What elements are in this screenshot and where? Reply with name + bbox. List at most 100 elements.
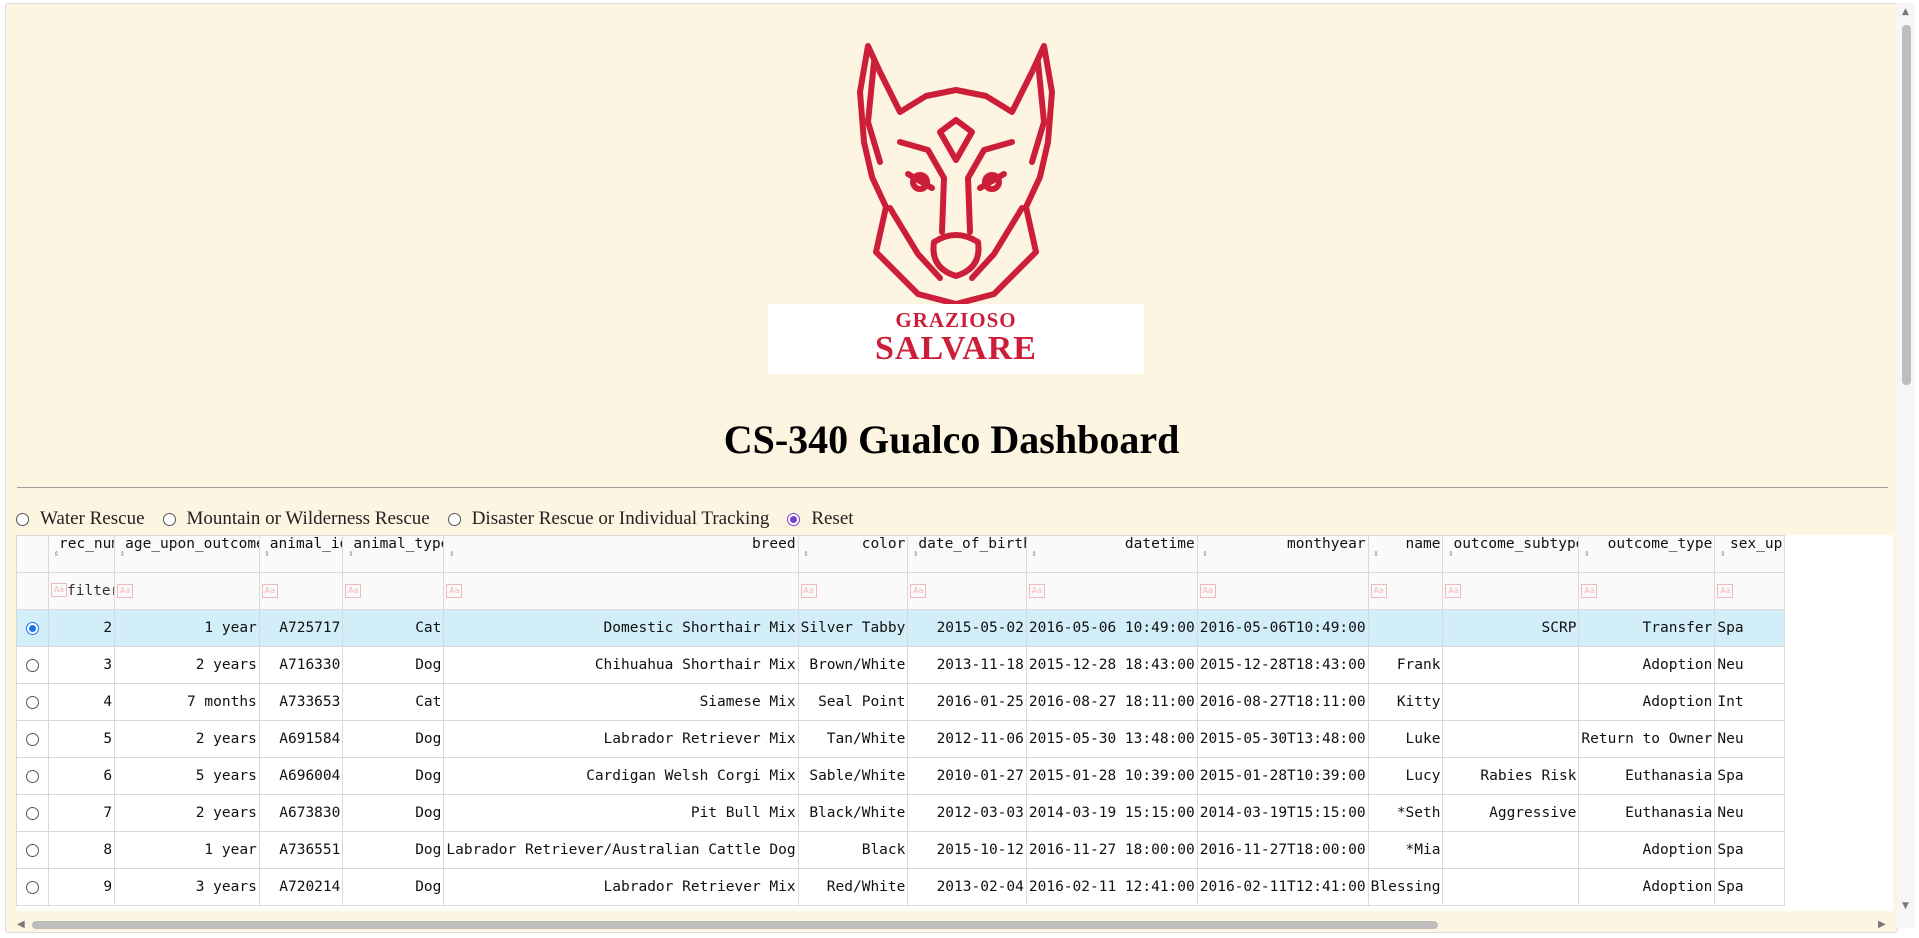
filter-cell-color[interactable]: Aa [797, 572, 909, 610]
row-select-cell[interactable] [16, 720, 49, 758]
filter-cell-sex-up[interactable]: Aa [1714, 572, 1786, 610]
column-header-sex-up[interactable]: ⇕ sex_up [1714, 535, 1786, 573]
row-select-cell[interactable] [16, 868, 49, 906]
table-cell-animal-id[interactable]: A725717 [258, 609, 344, 647]
column-header-rec-num[interactable]: ⇕ rec_num [47, 535, 116, 573]
vertical-scrollbar[interactable]: ▲ ▼ [1897, 3, 1915, 928]
scroll-up-icon[interactable]: ▲ [1902, 7, 1909, 17]
table-cell-date-of-birth[interactable]: 2010-01-27 [907, 757, 1027, 795]
row-radio-button[interactable] [26, 695, 39, 709]
column-header-outcome-type[interactable]: ⇕ outcome_type [1578, 535, 1716, 573]
case-toggle-icon[interactable]: Aa [1199, 584, 1216, 598]
table-cell-sex-up[interactable]: Spa [1714, 868, 1786, 906]
table-row[interactable]: 93 years A720214 Dog Labrador Retriever Mix… [16, 868, 1786, 906]
sort-icon[interactable]: ⇕ [446, 537, 454, 572]
table-cell-sex-up[interactable]: Spa [1714, 757, 1786, 795]
row-radio-button[interactable] [26, 769, 39, 783]
table-cell-datetime[interactable]: 2016-08-27 18:11:00 [1025, 683, 1198, 721]
table-cell-datetime[interactable]: 2015-12-28 18:43:00 [1025, 646, 1198, 684]
table-cell-breed[interactable]: Cardigan Welsh Corgi Mix [443, 757, 799, 795]
table-cell-name[interactable]: Kitty [1367, 683, 1444, 721]
table-cell-outcome-type[interactable]: Adoption [1578, 831, 1716, 869]
table-cell-breed[interactable]: Domestic Shorthair Mix [443, 609, 799, 647]
table-cell-date-of-birth[interactable]: 2013-11-18 [907, 646, 1027, 684]
table-cell-age-upon-outcome[interactable]: 2 years [114, 794, 260, 832]
row-radio-button[interactable] [26, 621, 39, 635]
row-radio-button[interactable] [26, 732, 39, 746]
table-row[interactable]: 32 years A716330 Dog Chihuahua Shorthair Mi… [16, 646, 1786, 684]
case-toggle-icon[interactable]: Aa [261, 584, 278, 598]
table-cell-outcome-subtype[interactable] [1442, 683, 1580, 721]
table-cell-animal-type[interactable]: Cat [342, 683, 445, 721]
table-cell-animal-type[interactable]: Dog [342, 868, 445, 906]
radio-button[interactable] [162, 512, 176, 526]
column-header-outcome-subtype[interactable]: ⇕ outcome_subtype [1442, 535, 1580, 573]
table-cell-animal-id[interactable]: A691584 [258, 720, 344, 758]
row-select-cell[interactable] [16, 683, 49, 721]
radio-button-selected[interactable] [787, 512, 801, 526]
column-header-breed[interactable]: ⇕ breed [443, 535, 799, 573]
horizontal-scroll-thumb[interactable] [32, 921, 1438, 929]
table-cell-rec-num[interactable]: 2 [47, 609, 116, 647]
table-cell-breed[interactable]: Chihuahua Shorthair Mix [443, 646, 799, 684]
table-cell-age-upon-outcome[interactable]: 3 years [114, 868, 260, 906]
table-cell-monthyear[interactable]: 2015-01-28T10:39:00 [1196, 757, 1369, 795]
table-cell-breed[interactable]: Pit Bull Mix [443, 794, 799, 832]
table-cell-animal-id[interactable]: A673830 [258, 794, 344, 832]
scroll-right-icon[interactable]: ▶ [1878, 919, 1886, 930]
row-radio-button[interactable] [26, 806, 39, 820]
case-toggle-icon[interactable]: Aa [446, 584, 463, 598]
table-cell-outcome-type[interactable]: Adoption [1578, 683, 1716, 721]
table-row[interactable]: 65 years A696004 Dog Cardigan Welsh Corgi M… [16, 757, 1786, 795]
case-toggle-icon[interactable]: Aa [910, 584, 927, 598]
table-cell-monthyear[interactable]: 2016-02-11T12:41:00 [1196, 868, 1369, 906]
table-cell-rec-num[interactable]: 7 [47, 794, 116, 832]
column-header-color[interactable]: ⇕ color [797, 535, 909, 573]
table-cell-color[interactable]: Tan/White [797, 720, 909, 758]
radio-button[interactable] [447, 512, 461, 526]
case-toggle-icon[interactable]: Aa [1445, 584, 1462, 598]
table-cell-outcome-subtype[interactable] [1442, 831, 1580, 869]
sort-icon[interactable]: ⇕ [117, 537, 125, 572]
filter-mountain-rescue[interactable]: Mountain or Wilderness Rescue [162, 508, 430, 530]
table-cell-name[interactable]: Luke [1367, 720, 1444, 758]
column-header-datetime[interactable]: ⇕ datetime [1025, 535, 1198, 573]
table-cell-outcome-type[interactable]: Euthanasia [1578, 794, 1716, 832]
table-cell-age-upon-outcome[interactable]: 2 years [114, 646, 260, 684]
table-cell-age-upon-outcome[interactable]: 1 year [114, 609, 260, 647]
table-cell-datetime[interactable]: 2015-01-28 10:39:00 [1025, 757, 1198, 795]
case-toggle-icon[interactable]: Aa [345, 584, 362, 598]
case-toggle-icon[interactable]: Aa [117, 584, 134, 598]
case-toggle-icon[interactable]: Aa [1717, 584, 1734, 598]
table-cell-animal-id[interactable]: A736551 [258, 831, 344, 869]
table-cell-animal-id[interactable]: A720214 [258, 868, 344, 906]
table-cell-animal-id[interactable]: A696004 [258, 757, 344, 795]
column-header-age-upon-outcome[interactable]: ⇕ age_upon_outcome [114, 535, 260, 573]
table-cell-outcome-subtype[interactable] [1442, 646, 1580, 684]
table-cell-breed[interactable]: Labrador Retriever Mix [443, 868, 799, 906]
table-cell-monthyear[interactable]: 2016-05-06T10:49:00 [1196, 609, 1369, 647]
table-cell-animal-type[interactable]: Dog [342, 794, 445, 832]
filter-water-rescue[interactable]: Water Rescue [16, 508, 145, 530]
filter-cell-breed[interactable]: Aa [443, 572, 799, 610]
table-cell-datetime[interactable]: 2015-05-30 13:48:00 [1025, 720, 1198, 758]
table-cell-age-upon-outcome[interactable]: 2 years [114, 720, 260, 758]
table-cell-animal-type[interactable]: Dog [342, 720, 445, 758]
sort-icon[interactable]: ⇕ [1581, 537, 1589, 572]
filter-cell-animal-type[interactable]: Aa [342, 572, 445, 610]
table-cell-outcome-type[interactable]: Adoption [1578, 868, 1716, 906]
table-cell-monthyear[interactable]: 2014-03-19T15:15:00 [1196, 794, 1369, 832]
scroll-down-icon[interactable]: ▼ [1902, 901, 1909, 911]
sort-icon[interactable]: ⇕ [801, 537, 808, 572]
table-cell-breed[interactable]: Siamese Mix [443, 683, 799, 721]
table-cell-date-of-birth[interactable]: 2015-05-02 [907, 609, 1027, 647]
table-cell-datetime[interactable]: 2016-02-11 12:41:00 [1025, 868, 1198, 906]
filter-cell-date-of-birth[interactable]: Aa [907, 572, 1027, 610]
table-cell-outcome-type[interactable]: Return to Owner [1578, 720, 1716, 758]
table-cell-outcome-subtype[interactable]: Rabies Risk [1442, 757, 1580, 795]
filter-cell-age-upon-outcome[interactable]: Aa [114, 572, 260, 610]
sort-icon[interactable]: ⇕ [1029, 537, 1036, 572]
filter-reset[interactable]: Reset [787, 508, 854, 530]
table-cell-rec-num[interactable]: 6 [47, 757, 116, 795]
table-cell-sex-up[interactable]: Spa [1714, 831, 1786, 869]
